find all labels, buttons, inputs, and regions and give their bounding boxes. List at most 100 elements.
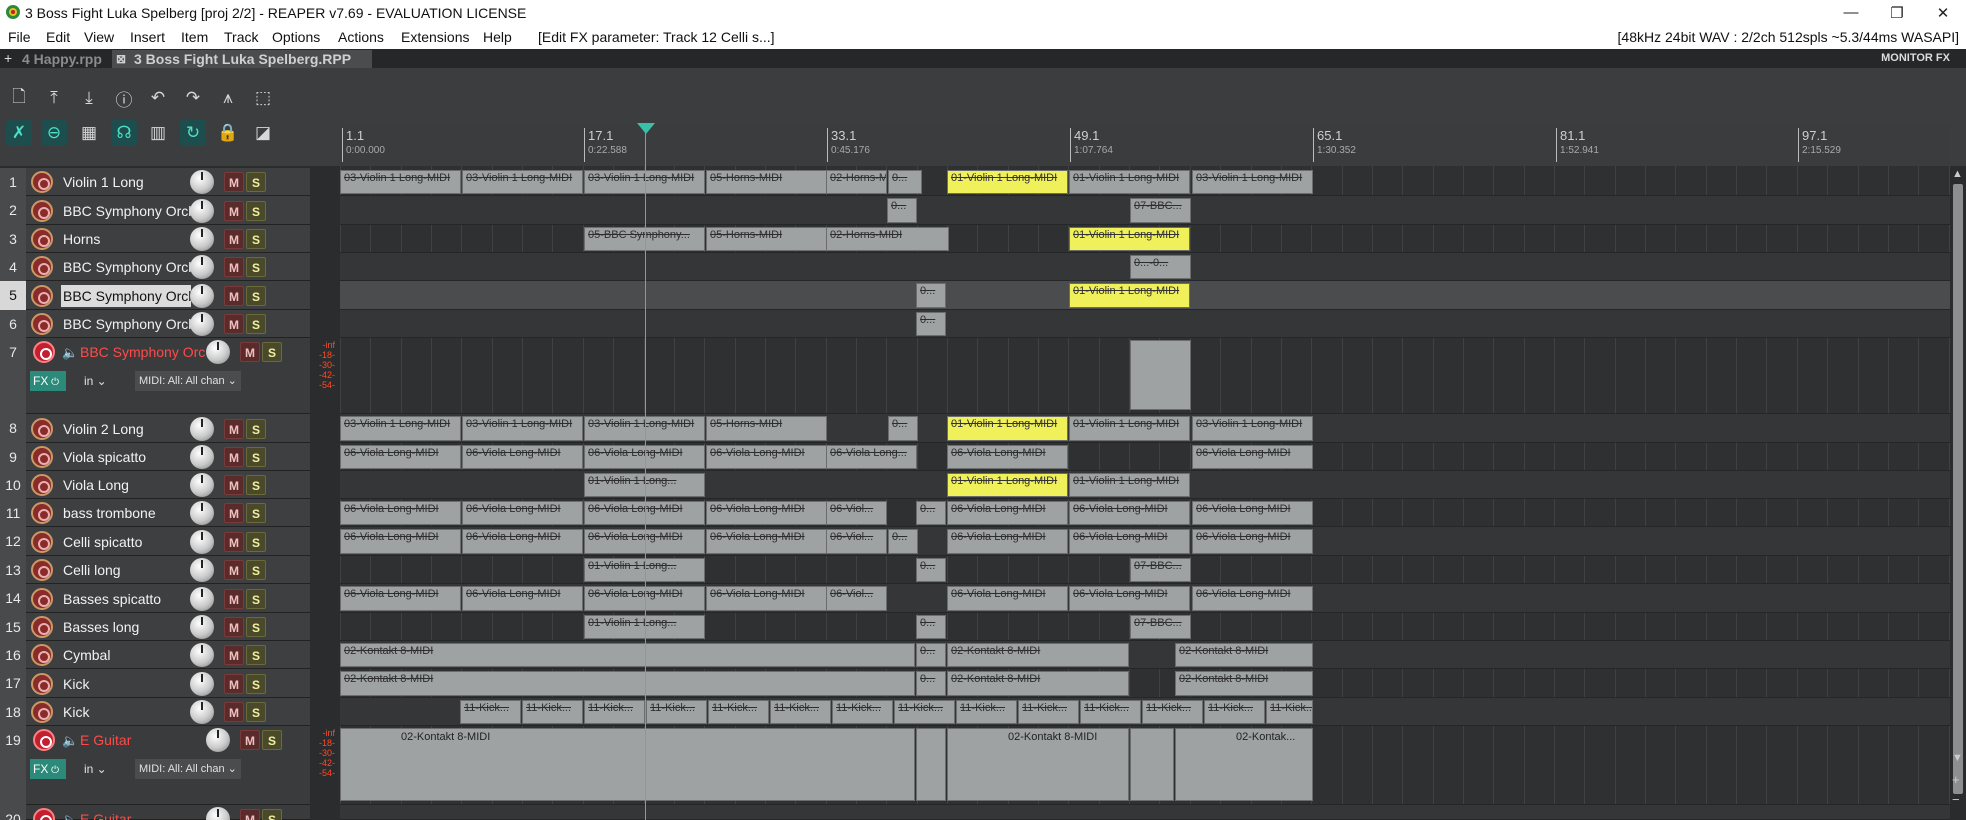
- solo-button[interactable]: S: [246, 702, 266, 722]
- record-arm-button[interactable]: [31, 701, 53, 723]
- track-lane[interactable]: [340, 805, 1950, 820]
- track-header[interactable]: 6 BBC Symphony Orchestra MS: [0, 310, 340, 338]
- track-number[interactable]: 4: [0, 253, 26, 281]
- mute-button[interactable]: M: [224, 229, 244, 249]
- midi-item[interactable]: 02-Kontak...: [1175, 728, 1313, 801]
- open-project-icon[interactable]: ⤒: [41, 85, 67, 111]
- menu-extensions[interactable]: Extensions: [401, 29, 469, 45]
- media-item[interactable]: 02-Kontakt 8-MIDI: [947, 671, 1129, 696]
- media-item[interactable]: 11-Kick...: [522, 700, 583, 724]
- midi-item[interactable]: [916, 728, 946, 801]
- track-header[interactable]: 17 Kick M S: [0, 669, 340, 698]
- media-item[interactable]: 06-Viola Long...: [826, 445, 917, 469]
- solo-button[interactable]: S: [246, 257, 266, 277]
- record-arm-button[interactable]: [31, 200, 53, 222]
- media-item[interactable]: 06-Viola Long-MIDI: [1192, 529, 1313, 554]
- media-item[interactable]: 01-Violin 1 Long-MIDI: [947, 416, 1068, 441]
- snap-grid-icon[interactable]: ▥: [145, 120, 171, 146]
- track-header[interactable]: 5 BBC Symphony Orchestra MS: [0, 281, 340, 310]
- volume-knob[interactable]: [190, 170, 214, 194]
- mute-button[interactable]: M: [224, 532, 244, 552]
- solo-button[interactable]: S: [262, 809, 282, 820]
- track-header[interactable]: 13 Celli long M S: [0, 556, 340, 584]
- track-number[interactable]: 6: [0, 310, 26, 338]
- mute-button[interactable]: M: [224, 314, 244, 334]
- track-header[interactable]: 14 Basses spicatto M S: [0, 584, 340, 613]
- media-item[interactable]: 06-Viola Long-MIDI: [462, 529, 583, 554]
- track-header[interactable]: 16 Cymbal M S: [0, 641, 340, 669]
- mute-button[interactable]: M: [224, 645, 244, 665]
- media-item[interactable]: 11-Kick...: [770, 700, 831, 724]
- media-item[interactable]: 06-Viola Long-MIDI: [947, 501, 1068, 525]
- mute-button[interactable]: M: [224, 503, 244, 523]
- track-name[interactable]: Basses long: [61, 616, 191, 638]
- volume-knob[interactable]: [190, 700, 214, 724]
- volume-knob[interactable]: [190, 615, 214, 639]
- track-header[interactable]: 7🔈BBC Symphony OrchestraMSFX ⏻in ⌄MIDI: …: [0, 338, 340, 414]
- solo-button[interactable]: S: [246, 617, 266, 637]
- track-name[interactable]: E Guitar: [78, 808, 206, 820]
- track-header[interactable]: 19 🔈 E Guitar M S FX ⏻ in ⌄ MIDI: All: All chan…: [0, 726, 340, 805]
- project-settings-icon[interactable]: ⓘ: [111, 85, 137, 111]
- maximize-button[interactable]: ❐: [1874, 0, 1920, 25]
- track-name[interactable]: Viola spicatto: [61, 446, 191, 468]
- volume-knob[interactable]: [206, 728, 230, 752]
- track-header[interactable]: 2 BBC Symphony Orchestra MS: [0, 196, 340, 225]
- track-number[interactable]: 16: [0, 641, 26, 669]
- volume-knob[interactable]: [190, 417, 214, 441]
- new-project-icon[interactable]: 🗋: [6, 85, 32, 111]
- mute-button[interactable]: M: [224, 201, 244, 221]
- zoom-in-icon[interactable]: +: [1952, 772, 1960, 787]
- record-arm-button[interactable]: [31, 531, 53, 553]
- record-arm-button[interactable]: [31, 673, 53, 695]
- menu-file[interactable]: File: [8, 29, 31, 45]
- track-number[interactable]: 3: [0, 225, 26, 253]
- track-number[interactable]: 13: [0, 556, 26, 584]
- media-item[interactable]: 06-Viola Long-MIDI: [462, 586, 583, 611]
- media-item[interactable]: 06-Viola Long-MIDI: [340, 529, 461, 554]
- media-item[interactable]: 06-Viola Long-MIDI: [1192, 501, 1313, 525]
- track-number[interactable]: 20: [0, 805, 26, 820]
- media-item[interactable]: 11-Kick...: [708, 700, 769, 724]
- track-header[interactable]: 1 Violin 1 Long M S: [0, 168, 340, 196]
- record-arm-button[interactable]: [31, 644, 53, 666]
- track-name[interactable]: Basses spicatto: [61, 588, 191, 610]
- track-number[interactable]: 12: [0, 527, 26, 556]
- track-header[interactable]: 3 Horns M S: [0, 225, 340, 253]
- volume-knob[interactable]: [190, 227, 214, 251]
- record-arm-button[interactable]: [31, 588, 53, 610]
- media-item[interactable]: 07-BBC...: [1130, 558, 1191, 582]
- track-name[interactable]: BBC Symphony Orchestra: [61, 256, 191, 278]
- media-item[interactable]: 07-BBC...: [1130, 615, 1191, 639]
- media-item[interactable]: 06-Viola Long-MIDI: [947, 586, 1068, 611]
- media-item[interactable]: 06-Viola Long-MIDI: [462, 501, 583, 525]
- media-item[interactable]: 01-Violin 1 Long-MIDI: [1069, 227, 1190, 251]
- media-item[interactable]: 11-Kick...: [1204, 700, 1265, 724]
- input-select[interactable]: in ⌄: [84, 371, 107, 391]
- scroll-down-icon[interactable]: ▼: [1952, 752, 1963, 764]
- solo-button[interactable]: S: [246, 229, 266, 249]
- auto-crossfade-icon[interactable]: ✗: [6, 120, 32, 146]
- media-item[interactable]: 0...: [916, 643, 946, 667]
- media-item[interactable]: 02-Horns-MIDI: [826, 170, 887, 194]
- media-item[interactable]: 0...: [888, 416, 918, 441]
- mute-button[interactable]: M: [224, 447, 244, 467]
- media-item[interactable]: 11-Kick...: [1080, 700, 1141, 724]
- track-number[interactable]: 8: [0, 414, 26, 443]
- track-header[interactable]: 18 Kick M S: [0, 698, 340, 726]
- track-number[interactable]: 2: [0, 196, 26, 225]
- media-item[interactable]: 06-Viol...: [826, 586, 887, 611]
- media-item[interactable]: 06-Viola Long-MIDI: [1192, 586, 1313, 611]
- fx-button[interactable]: FX ⏻: [30, 759, 66, 779]
- volume-knob[interactable]: [206, 340, 230, 364]
- media-item[interactable]: 06-Viola Long-MIDI: [1069, 586, 1190, 611]
- scroll-up-icon[interactable]: ▲: [1952, 168, 1963, 180]
- lock-icon[interactable]: 🔒: [215, 120, 241, 146]
- track-number[interactable]: 1: [0, 168, 26, 196]
- media-item[interactable]: 03-Violin 1 Long-MIDI: [462, 170, 583, 194]
- menu-options[interactable]: Options: [272, 29, 320, 45]
- track-number[interactable]: 5: [0, 281, 26, 310]
- media-item[interactable]: 11-Kick...: [956, 700, 1017, 724]
- record-arm-button[interactable]: [31, 171, 53, 193]
- solo-button[interactable]: S: [246, 447, 266, 467]
